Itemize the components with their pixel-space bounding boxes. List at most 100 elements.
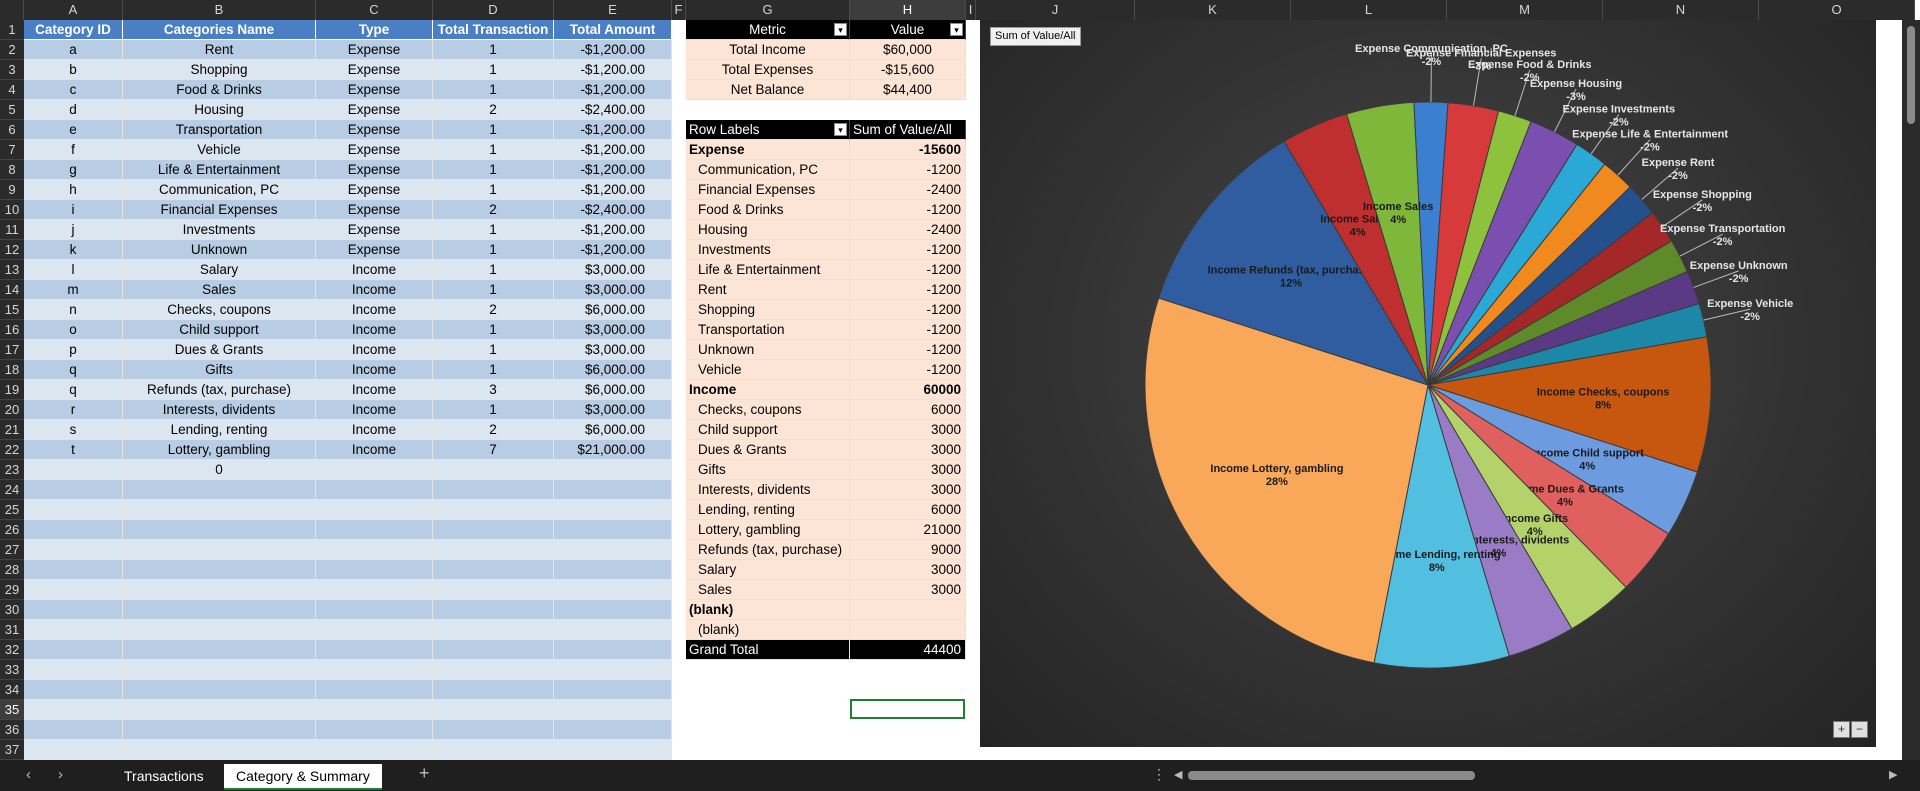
metrics-header-cell[interactable]: Metric ▾ — [686, 20, 850, 40]
pivot-row-label[interactable]: Shopping — [686, 300, 850, 320]
table-cell[interactable]: -$1,200.00 — [554, 120, 672, 140]
table-cell[interactable] — [433, 580, 554, 600]
row-header-17[interactable]: 17 — [0, 340, 24, 360]
table-cell[interactable]: Checks, coupons — [123, 300, 316, 320]
pivot-row-value[interactable]: -2400 — [850, 180, 966, 200]
pivot-row-value[interactable]: 3000 — [850, 580, 966, 600]
row-header-2[interactable]: 2 — [0, 40, 24, 60]
table-cell[interactable]: Income — [316, 260, 433, 280]
table-cell[interactable]: -$1,200.00 — [554, 40, 672, 60]
pivot-row-label[interactable]: Sales — [686, 580, 850, 600]
table-cell[interactable]: Income — [316, 380, 433, 400]
pivot-row-value[interactable]: 3000 — [850, 440, 966, 460]
table-cell[interactable]: e — [24, 120, 123, 140]
pivot-row-value[interactable]: -1200 — [850, 240, 966, 260]
table-cell[interactable]: -$2,400.00 — [554, 200, 672, 220]
pivot-row-value[interactable]: -1200 — [850, 260, 966, 280]
column-header-j[interactable]: J — [976, 0, 1135, 20]
table-cell[interactable] — [123, 680, 316, 700]
table-cell[interactable]: h — [24, 180, 123, 200]
row-header-3[interactable]: 3 — [0, 60, 24, 80]
table-cell[interactable] — [123, 560, 316, 580]
column-header-a[interactable]: A — [24, 0, 123, 20]
table-cell[interactable]: Income — [316, 420, 433, 440]
filter-dropdown-icon[interactable]: ▾ — [950, 23, 963, 36]
table-cell[interactable]: q — [24, 380, 123, 400]
plus-icon[interactable]: + — [419, 763, 430, 784]
table-cell[interactable] — [554, 500, 672, 520]
pivot-row-label[interactable]: Income — [686, 380, 850, 400]
table-cell[interactable] — [123, 740, 316, 760]
pivot-row-label[interactable]: Financial Expenses — [686, 180, 850, 200]
table-cell[interactable]: 1 — [433, 240, 554, 260]
table-cell[interactable] — [433, 680, 554, 700]
pivot-row-value[interactable]: -1200 — [850, 360, 966, 380]
row-header-35[interactable]: 35 — [0, 700, 24, 720]
table-cell[interactable] — [433, 480, 554, 500]
pivot-row-value[interactable]: -1200 — [850, 340, 966, 360]
column-header-g[interactable]: G — [686, 0, 850, 20]
pivot-row-label[interactable]: Expense — [686, 140, 850, 160]
table-cell[interactable]: 1 — [433, 40, 554, 60]
table-cell[interactable]: b — [24, 60, 123, 80]
table-cell[interactable] — [554, 680, 672, 700]
row-header-19[interactable]: 19 — [0, 380, 24, 400]
row-header-13[interactable]: 13 — [0, 260, 24, 280]
table-cell[interactable]: t — [24, 440, 123, 460]
table-cell[interactable] — [433, 700, 554, 720]
column-header-d[interactable]: D — [433, 0, 554, 20]
pivot-row-value[interactable]: 9000 — [850, 540, 966, 560]
table-cell[interactable] — [24, 640, 123, 660]
table-cell[interactable] — [316, 600, 433, 620]
table-cell[interactable] — [123, 500, 316, 520]
more-vertical-icon[interactable]: ⋮ — [1152, 766, 1166, 783]
table-cell[interactable] — [316, 540, 433, 560]
column-header-c[interactable]: C — [316, 0, 433, 20]
pivot-row-label[interactable]: Interests, dividents — [686, 480, 850, 500]
zoom-out-icon[interactable]: − — [1851, 721, 1868, 738]
table-cell[interactable] — [123, 480, 316, 500]
table-cell[interactable]: Salary — [123, 260, 316, 280]
table-cell[interactable] — [554, 520, 672, 540]
pivot-row-label[interactable]: Dues & Grants — [686, 440, 850, 460]
table-cell[interactable]: Income — [316, 300, 433, 320]
table-cell[interactable]: 0 — [123, 460, 316, 480]
row-header-33[interactable]: 33 — [0, 660, 24, 680]
table-cell[interactable]: Housing — [123, 100, 316, 120]
row-header-28[interactable]: 28 — [0, 560, 24, 580]
table-cell[interactable]: -$1,200.00 — [554, 240, 672, 260]
pivot-row-value[interactable] — [850, 600, 966, 620]
pivot-row-value[interactable] — [850, 620, 966, 640]
table-cell[interactable] — [123, 580, 316, 600]
table-cell[interactable]: Expense — [316, 100, 433, 120]
row-header-25[interactable]: 25 — [0, 500, 24, 520]
pivot-row-label[interactable]: Rent — [686, 280, 850, 300]
pivot-grand-total-label[interactable]: Grand Total — [686, 640, 850, 660]
row-header-15[interactable]: 15 — [0, 300, 24, 320]
pivot-row-label[interactable]: Communication, PC — [686, 160, 850, 180]
table-cell[interactable] — [123, 640, 316, 660]
pivot-row-label[interactable]: Refunds (tax, purchase) — [686, 540, 850, 560]
column-header-f[interactable]: F — [672, 0, 686, 20]
zoom-in-icon[interactable]: + — [1833, 721, 1850, 738]
table-cell[interactable]: 2 — [433, 420, 554, 440]
row-header-21[interactable]: 21 — [0, 420, 24, 440]
table-cell[interactable] — [24, 700, 123, 720]
table-header-cell[interactable]: Categories Name — [123, 20, 316, 40]
row-header-20[interactable]: 20 — [0, 400, 24, 420]
vertical-scrollbar[interactable] — [1902, 20, 1920, 760]
table-cell[interactable]: Shopping — [123, 60, 316, 80]
table-cell[interactable]: 3 — [433, 380, 554, 400]
table-cell[interactable] — [316, 520, 433, 540]
table-cell[interactable] — [123, 620, 316, 640]
table-cell[interactable] — [24, 580, 123, 600]
filter-dropdown-icon[interactable]: ▾ — [834, 123, 847, 136]
pivot-row-value[interactable]: 3000 — [850, 460, 966, 480]
table-cell[interactable] — [316, 480, 433, 500]
table-cell[interactable]: -$2,400.00 — [554, 100, 672, 120]
pivot-row-label[interactable]: Child support — [686, 420, 850, 440]
table-cell[interactable] — [554, 640, 672, 660]
table-cell[interactable] — [433, 540, 554, 560]
table-cell[interactable] — [433, 560, 554, 580]
column-header-l[interactable]: L — [1291, 0, 1447, 20]
